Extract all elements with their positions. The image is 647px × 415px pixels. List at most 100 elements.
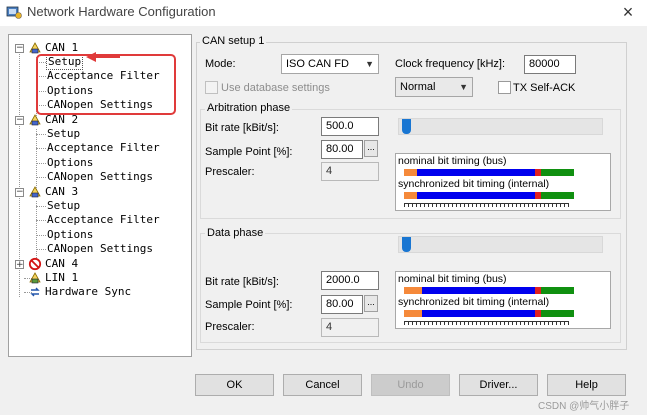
ruler-tick [436, 203, 437, 207]
data-sample-point-input[interactable]: 80.00 [321, 295, 363, 314]
tree-label: Hardware Sync [45, 285, 132, 298]
ruler-tick [544, 203, 545, 207]
tree-node-can4[interactable]: + CAN 4 [9, 257, 189, 271]
arbitration-bitrate-input[interactable]: 500.0 [321, 117, 379, 136]
use-database-checkbox[interactable] [205, 81, 218, 94]
ruler-tick [520, 203, 521, 207]
ruler-tick [480, 321, 481, 325]
tree-label: Options [47, 228, 94, 241]
ruler-tick [464, 203, 465, 207]
arbitration-slider-thumb[interactable] [402, 119, 411, 134]
sync-segment [404, 287, 422, 294]
synchronized-timing-label: synchronized bit timing (internal) [398, 296, 550, 308]
data-timing-diagram: nominal bit timing (bus) synchronized bi… [395, 271, 611, 329]
phase-segment [541, 192, 574, 199]
ruler-tick [408, 203, 409, 207]
collapse-icon[interactable]: − [15, 44, 24, 53]
arbitration-sample-point-label: Sample Point [%]: [205, 146, 293, 158]
help-button[interactable]: Help [547, 374, 626, 396]
ruler-tick [404, 203, 405, 207]
arbitration-prescaler-label: Prescaler: [205, 166, 255, 178]
ruler-tick [412, 203, 413, 207]
ruler-tick [568, 203, 569, 207]
tree-node-can3[interactable]: − CAN 3 [9, 185, 189, 199]
tree-node-lin1[interactable]: LIN 1 [9, 271, 189, 285]
nominal-timing-label: nominal bit timing (bus) [398, 273, 507, 285]
tx-self-ack-checkbox[interactable] [498, 81, 511, 94]
tree-label: Options [47, 156, 94, 169]
mode-value: ISO CAN FD [286, 58, 349, 70]
timing-ruler [404, 321, 569, 327]
arbitration-bitrate-slider[interactable] [398, 118, 603, 135]
prop-segment [417, 192, 535, 199]
output-mode-select[interactable]: Normal ▼ [395, 77, 473, 97]
phase-segment [541, 169, 574, 176]
tree-label: CAN 1 [45, 41, 79, 54]
ruler-tick [524, 203, 525, 207]
group-title: CAN setup 1 [200, 35, 267, 47]
ruler-tick [532, 203, 533, 207]
tree-label: CAN 2 [45, 113, 79, 126]
ruler-tick [460, 203, 461, 207]
ruler-tick [560, 203, 561, 207]
mode-select[interactable]: ISO CAN FD ▼ [281, 54, 379, 74]
data-sample-point-label: Sample Point [%]: [205, 299, 293, 311]
ruler-tick [476, 203, 477, 207]
data-bitrate-input[interactable]: 2000.0 [321, 271, 379, 290]
prop-segment [422, 287, 535, 294]
arbitration-prescaler-input: 4 [321, 162, 379, 181]
ruler-tick [456, 203, 457, 207]
ruler-tick [444, 203, 445, 207]
tree-node-can2[interactable]: − CAN 2 [9, 113, 189, 127]
clock-frequency-input[interactable]: 80000 [524, 55, 576, 74]
highlight-box [36, 54, 176, 115]
sync-segment [404, 169, 417, 176]
tree-label: Setup [47, 127, 81, 140]
ruler-tick [492, 203, 493, 207]
tree-label: Acceptance Filter [47, 213, 160, 226]
tree-label: CANopen Settings [47, 242, 153, 255]
data-slider-thumb[interactable] [402, 237, 411, 252]
ruler-tick [516, 203, 517, 207]
cancel-button[interactable]: Cancel [283, 374, 362, 396]
chevron-down-icon: ▼ [459, 82, 468, 92]
collapse-icon[interactable]: − [15, 116, 24, 125]
expand-icon[interactable]: + [15, 260, 24, 270]
output-mode-value: Normal [400, 81, 436, 93]
arbitration-phase-title: Arbitration phase [205, 102, 293, 114]
data-sample-point-button[interactable]: ... [364, 295, 378, 312]
window-title: Network Hardware Configuration [27, 4, 216, 19]
ruler-tick [412, 321, 413, 325]
ruler-tick [460, 321, 461, 325]
ruler-tick [416, 321, 417, 325]
close-icon[interactable]: × [617, 1, 639, 23]
undo-button[interactable]: Undo [371, 374, 450, 396]
data-prescaler-label: Prescaler: [205, 321, 255, 333]
arbitration-bitrate-label: Bit rate [kBit/s]: [205, 122, 279, 134]
nominal-timing-label: nominal bit timing (bus) [398, 155, 507, 167]
phase-segment [541, 287, 574, 294]
ruler-tick [556, 321, 557, 325]
ruler-tick [404, 321, 405, 325]
tree-label: CAN 4 [45, 257, 79, 270]
driver-button[interactable]: Driver... [459, 374, 538, 396]
arbitration-sample-point-input[interactable]: 80.00 [321, 140, 363, 159]
title-bar: Network Hardware Configuration × [0, 0, 647, 26]
arbitration-sample-point-button[interactable]: ... [364, 140, 378, 157]
ruler-tick [508, 203, 509, 207]
ruler-tick [420, 321, 421, 325]
ruler-tick [440, 203, 441, 207]
collapse-icon[interactable]: − [15, 188, 24, 197]
ruler-tick [560, 321, 561, 325]
tree-node-hardware-sync[interactable]: Hardware Sync [9, 285, 189, 299]
ruler-tick [452, 203, 453, 207]
ruler-tick [420, 203, 421, 207]
data-phase-title: Data phase [205, 227, 266, 239]
ok-button[interactable]: OK [195, 374, 274, 396]
tree-label: CAN 3 [45, 185, 79, 198]
mode-label: Mode: [205, 58, 236, 70]
ruler-tick [552, 203, 553, 207]
data-bitrate-slider[interactable] [398, 236, 603, 253]
ruler-tick [468, 321, 469, 325]
nominal-timing-bar [404, 287, 574, 294]
